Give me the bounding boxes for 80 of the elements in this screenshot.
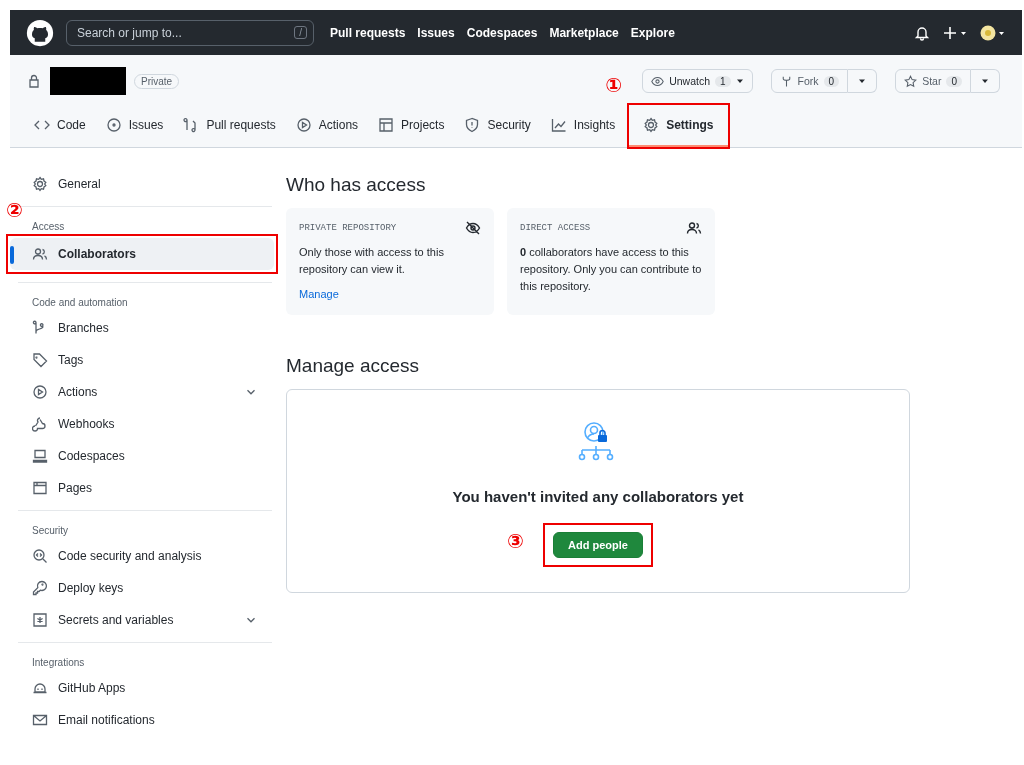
section-title: Who has access — [286, 174, 427, 196]
repo-tab[interactable]: Actions — [287, 105, 367, 147]
repo-tab[interactable]: Issues — [97, 105, 172, 147]
sidebar-icon — [32, 176, 48, 192]
people-icon — [686, 220, 702, 236]
sidebar-icon — [32, 612, 48, 628]
section-heading: Code and automation — [31, 296, 129, 310]
tab-icon — [378, 117, 395, 133]
slash-key-hint: / — [294, 26, 307, 39]
plus-dropdown-icon[interactable] — [942, 24, 968, 41]
add-people-button[interactable]: Add people — [553, 532, 643, 558]
repo-tab[interactable]: Code — [26, 105, 94, 147]
sidebar-icon — [32, 712, 48, 728]
sidebar-item[interactable]: General — [18, 168, 272, 200]
avatar-dropdown-icon[interactable] — [980, 24, 1006, 41]
nav-link[interactable]: Explore — [630, 25, 675, 40]
sidebar-icon — [32, 580, 48, 596]
octocat-logo-icon[interactable] — [26, 18, 54, 47]
sidebar-icon — [32, 480, 48, 496]
repo-tab[interactable]: Insights — [542, 105, 624, 147]
sidebar-item[interactable]: Email notifications — [18, 704, 272, 736]
repo-action-button[interactable]: Unwatch 1 — [642, 69, 753, 93]
section-heading: Integrations — [31, 656, 86, 670]
card-text: Only those with access to this repository can view it. — [299, 245, 445, 277]
sidebar-icon — [32, 548, 48, 564]
sidebar-item[interactable]: GitHub Apps — [18, 672, 272, 704]
nav-link[interactable]: Marketplace — [549, 25, 619, 40]
sidebar-icon — [32, 680, 48, 696]
sidebar-icon — [32, 448, 48, 464]
repo-tab[interactable]: Projects — [370, 105, 453, 147]
repo-action-button[interactable]: Fork 0 — [770, 69, 849, 93]
sidebar-item[interactable]: Collaborators — [10, 238, 274, 270]
card-text: 0 collaborators have access to this repository. Only you can contribute to this repository. — [520, 245, 702, 294]
callout-number: ③ — [507, 529, 524, 553]
sidebar-item[interactable]: Deploy keys — [18, 572, 272, 604]
repo-tab[interactable]: Security — [456, 105, 539, 147]
lock-icon — [26, 73, 42, 89]
repo-tab[interactable]: Pull requests — [175, 105, 284, 147]
nav-link[interactable]: Codespaces — [466, 25, 538, 40]
sidebar-item[interactable]: Codespaces — [18, 440, 272, 472]
sidebar-item[interactable]: Secrets and variables — [18, 604, 272, 636]
empty-state-message: You haven't invited any collaborators yet — [452, 488, 744, 505]
bell-icon[interactable] — [914, 24, 930, 41]
eye-slash-icon — [465, 220, 481, 236]
sidebar-item[interactable]: Tags — [18, 344, 272, 376]
count-badge: 0 — [946, 75, 962, 87]
tab-icon — [105, 117, 122, 133]
section-heading: Access — [31, 220, 66, 234]
sidebar-item[interactable]: Actions — [18, 376, 272, 408]
tab-icon — [295, 117, 312, 133]
count-badge: 0 — [823, 75, 840, 87]
repo-tab[interactable]: Settings — [629, 105, 728, 147]
search-field[interactable]: Search or jump to... / — [66, 19, 314, 46]
action-icon — [904, 74, 918, 88]
caret-icon — [735, 77, 744, 85]
sidebar-item[interactable]: Pages — [18, 472, 272, 504]
manage-link[interactable]: Manage — [299, 288, 339, 300]
sidebar-item[interactable]: Branches — [18, 312, 272, 344]
sidebar-item[interactable]: Webhooks — [18, 408, 272, 440]
tab-icon — [550, 117, 567, 133]
caret-icon — [858, 77, 867, 85]
tab-icon — [464, 117, 481, 133]
card-label: DIRECT ACCESS — [520, 223, 591, 233]
sidebar-icon — [32, 384, 48, 400]
action-icon — [651, 74, 665, 88]
sidebar-item[interactable]: Code security and analysis — [18, 540, 272, 572]
tab-icon — [643, 117, 660, 133]
count-badge: 1 — [715, 75, 731, 87]
callout-number: ① — [605, 73, 623, 97]
caret-icon — [981, 77, 989, 85]
callout-number: ② — [6, 198, 23, 222]
section-title: Manage access — [286, 355, 421, 377]
section-heading: Security — [31, 524, 70, 538]
card-label: PRIVATE REPOSITORY — [299, 223, 397, 233]
nav-link[interactable]: Issues — [417, 25, 455, 40]
sidebar-icon — [32, 352, 48, 368]
nav-link[interactable]: Pull requests — [330, 25, 406, 40]
sidebar-icon — [32, 416, 48, 432]
sidebar-icon — [32, 246, 48, 262]
repo-action-button[interactable]: Star 0 — [895, 69, 971, 93]
